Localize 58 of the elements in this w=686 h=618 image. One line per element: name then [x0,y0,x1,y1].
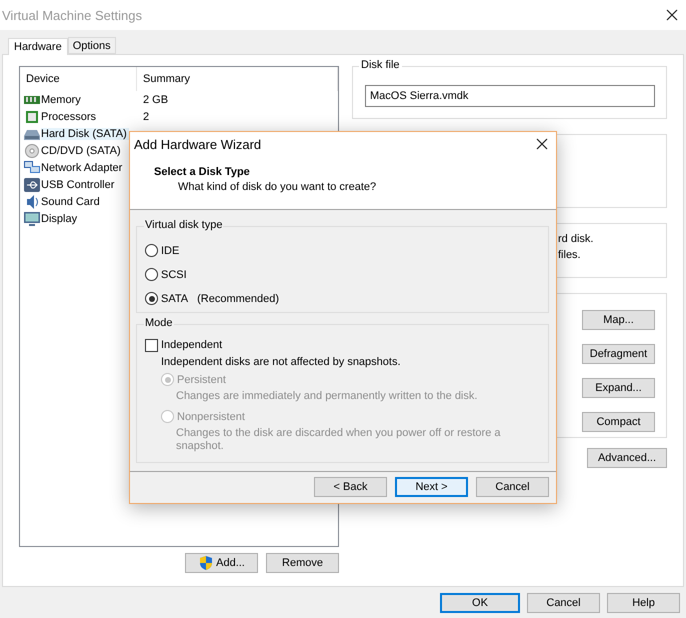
wizard-button[interactable]: Cancel [476,477,549,498]
advanced-button[interactable]: Advanced... [587,448,667,468]
utility-button[interactable]: Map... [582,310,655,330]
device-name[interactable]: Sound Card [41,196,102,208]
column-header[interactable]: Summary [137,67,338,91]
group-label: Virtual disk type [144,218,224,231]
close-icon[interactable] [536,138,548,150]
window-title: Virtual Machine Settings [2,8,142,22]
remove-button[interactable]: Remove [266,553,339,573]
device-name[interactable]: USB Controller [41,178,116,190]
device-summary: 2 GB [142,94,168,106]
option-description: Changes to the disk are discarded when you power off or restore a snapshot. [176,426,502,453]
device-name[interactable]: Network Adapter [41,162,124,174]
utility-button[interactable]: Compact [582,412,655,432]
speaker-icon [24,194,40,208]
dialog-button[interactable]: Cancel [527,593,600,613]
add-button[interactable]: Add... [185,553,258,573]
disc-icon [24,144,40,158]
processor-icon [24,110,40,124]
usb-icon [24,178,40,192]
monitor-icon [24,212,40,226]
column-header[interactable]: Device [20,67,137,91]
radio-button[interactable] [145,244,158,258]
utility-button[interactable]: Defragment [582,344,655,364]
device-name[interactable]: Display [41,212,80,224]
radio-button[interactable] [145,268,158,282]
device-name[interactable]: Processors [41,110,98,122]
network-computers-icon [24,160,40,174]
group-label: Disk file [359,59,402,71]
utility-button[interactable]: Expand... [582,378,655,398]
info-text: rd disk. [558,233,594,245]
checkbox-label[interactable]: Independent [161,339,222,352]
radio-label[interactable]: IDE [161,244,180,257]
tab[interactable]: Options [68,37,116,54]
tab[interactable]: Hardware [8,38,68,55]
mode-note: Independent disks are not affected by snapshots. [161,356,402,368]
dialog-button[interactable]: Help [607,593,680,613]
device-name[interactable]: CD/DVD (SATA) [41,144,123,156]
step-description: What kind of disk do you want to create? [178,181,378,193]
device-name[interactable]: Hard Disk (SATA) [41,128,129,140]
radio-label[interactable]: SATA [161,292,188,305]
shield-icon [198,555,214,571]
wizard-button[interactable]: < Back [314,477,387,498]
close-icon[interactable] [666,9,678,21]
radio-label[interactable]: SCSI [161,268,187,281]
wizard-button[interactable]: Next > [395,477,468,498]
recommended-note: (Recommended) [197,292,280,305]
info-text: files. [558,249,582,261]
group-label: Mode [144,316,174,329]
disk-file-field[interactable]: MacOS Sierra.vmdk [365,85,655,107]
device-name[interactable]: Memory [41,94,83,106]
option-description: Changes are immediately and permanently written to the disk. [176,390,478,403]
checkbox[interactable] [145,338,158,352]
dialog-button[interactable]: OK [440,593,520,613]
radio-button[interactable] [145,292,158,306]
device-summary: 2 [142,110,150,122]
dialog-title: Add Hardware Wizard [134,136,262,152]
step-heading: Select a Disk Type [154,166,251,178]
